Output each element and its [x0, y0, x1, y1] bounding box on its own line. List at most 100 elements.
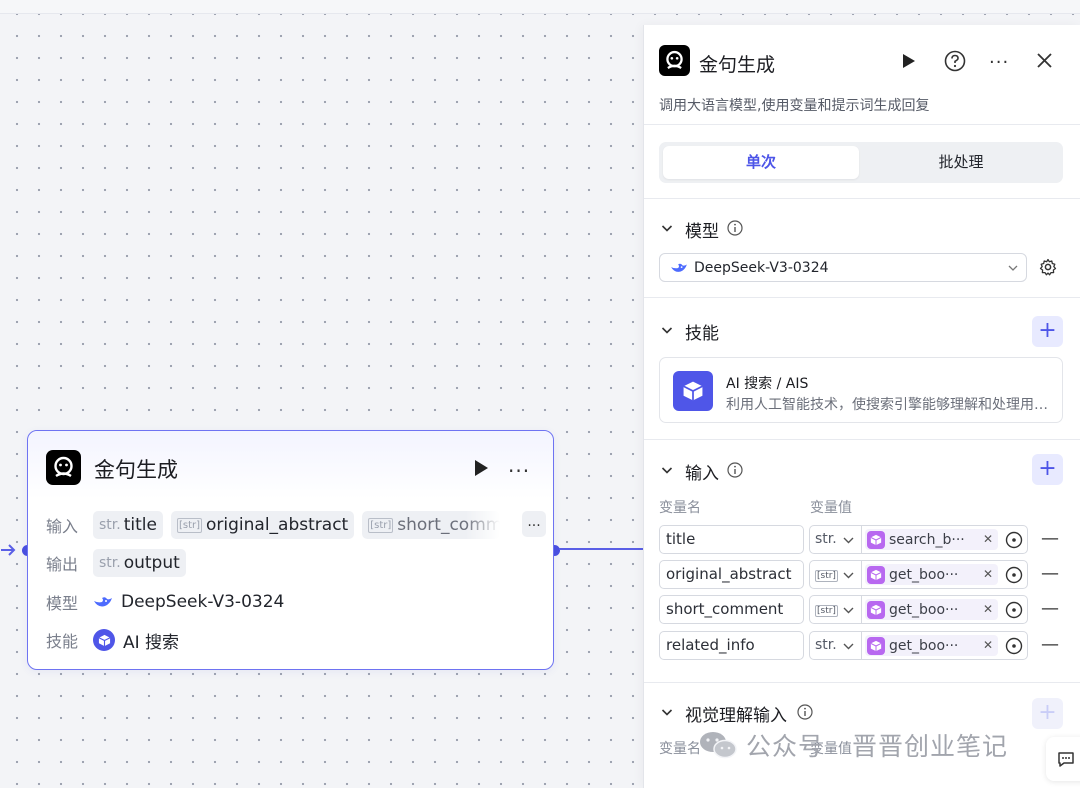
type-select[interactable]: [str] [815, 561, 838, 588]
remove-row-icon[interactable]: — [1041, 599, 1059, 619]
remove-reference-icon[interactable]: ✕ [983, 635, 993, 656]
canvas-top-bar [0, 0, 1080, 14]
chevron-down-icon[interactable] [843, 641, 854, 651]
visual-input-section-title: 视觉理解输入 [685, 706, 787, 726]
more-inputs-button[interactable]: ... [522, 511, 546, 537]
help-icon[interactable] [944, 50, 966, 72]
node-skill-name: AI 搜索 [123, 632, 180, 653]
chevron-down-icon [1008, 265, 1018, 271]
chat-button[interactable] [1046, 737, 1080, 781]
node-skill-row: 技能 AI 搜索 [46, 626, 179, 654]
skills-section-title: 技能 [685, 324, 719, 344]
variable-value-field[interactable]: [str] get_boo··· ✕ [809, 560, 1028, 589]
output-label: 输出 [46, 555, 79, 574]
input-chip: [str]short_comment [362, 511, 501, 539]
column-header-value: 变量值 [810, 500, 852, 516]
skill-card[interactable]: AI 搜索 / AIS 利用人工智能技术，使搜索引擎能够理解和处理用户的查询 [659, 357, 1063, 423]
node-input-row: 输入 str. title [str] original_abstract [str… [46, 511, 546, 539]
model-select-value: DeepSeek-V3-0324 [694, 259, 829, 276]
watermark-label: 公众号 [746, 732, 825, 761]
column-header-name: 变量名 [659, 500, 701, 516]
run-mode-tabs: 单次 批处理 [659, 142, 1063, 183]
node-ref-cube-icon [867, 600, 885, 619]
node-output-row: 输出 str. output [46, 549, 194, 577]
type-select[interactable]: [str] [815, 596, 838, 623]
node-settings-panel: 金句生成 ... 调用大语言模型,使用变量和提示词生成回复 单次 批处理 模型 … [643, 25, 1080, 788]
input-variable-row: title str. search_b··· ✕ — [659, 525, 1069, 554]
node-ref-cube-icon [867, 530, 885, 549]
variable-reference-chip[interactable]: get_boo··· ✕ [865, 599, 998, 620]
remove-row-icon[interactable]: — [1041, 635, 1059, 655]
variable-value-field[interactable]: str. get_boo··· ✕ [809, 631, 1028, 660]
divider [644, 198, 1080, 199]
info-icon[interactable] [727, 220, 743, 236]
variable-name-field[interactable]: short_comment [659, 595, 804, 624]
info-icon[interactable] [797, 704, 813, 720]
panel-description: 调用大语言模型,使用变量和提示词生成回复 [659, 98, 930, 114]
remove-row-icon[interactable]: — [1041, 564, 1059, 584]
deepseek-whale-icon [671, 263, 687, 272]
llm-node-card[interactable]: 金句生成 ... 输入 str. title [str] original_abst… [27, 430, 554, 670]
variable-reference-chip[interactable]: get_boo··· ✕ [865, 635, 998, 656]
divider [644, 439, 1080, 440]
panel-title: 金句生成 [699, 54, 776, 76]
chevron-down-icon[interactable] [843, 605, 854, 615]
add-input-button[interactable]: + [1032, 454, 1063, 485]
variable-name-field[interactable]: title [659, 525, 804, 554]
chevron-down-icon[interactable] [843, 570, 854, 580]
select-variable-icon[interactable] [1005, 531, 1023, 549]
node-ref-cube-icon [867, 636, 885, 655]
node-model-row: 模型 DeepSeek-V3-0324 [46, 588, 284, 616]
type-select[interactable]: str. [815, 526, 837, 553]
skill-label: 技能 [46, 632, 79, 651]
add-visual-input-button[interactable]: + [1032, 698, 1063, 729]
close-icon[interactable] [1036, 52, 1053, 69]
input-chip: [str] original_abstract [170, 511, 355, 539]
select-variable-icon[interactable] [1005, 601, 1023, 619]
variable-value-field[interactable]: str. search_b··· ✕ [809, 525, 1028, 554]
gear-icon[interactable] [1039, 258, 1057, 276]
node-more-icon[interactable]: ... [508, 455, 530, 475]
collapse-chevron-icon[interactable] [661, 706, 673, 718]
skill-cube-icon [673, 371, 713, 411]
remove-row-icon[interactable]: — [1041, 529, 1059, 549]
add-skill-button[interactable]: + [1032, 316, 1063, 347]
type-select[interactable]: str. [815, 632, 837, 659]
variable-reference-chip[interactable]: search_b··· ✕ [865, 529, 998, 550]
skill-cube-icon [93, 629, 115, 651]
select-variable-icon[interactable] [1005, 566, 1023, 584]
input-section-title: 输入 [685, 464, 719, 484]
outgoing-edge [559, 548, 645, 550]
model-label: 模型 [46, 594, 79, 613]
tab-batch[interactable]: 批处理 [863, 146, 1059, 179]
input-label: 输入 [46, 517, 79, 536]
watermark: 公众号 晋晋创业笔记 [698, 727, 1008, 763]
select-variable-icon[interactable] [1005, 637, 1023, 655]
input-variable-row: original_abstract [str] get_boo··· ✕ — [659, 560, 1069, 589]
more-options-icon[interactable]: ... [989, 49, 1009, 67]
tab-single[interactable]: 单次 [663, 146, 859, 179]
remove-reference-icon[interactable]: ✕ [983, 564, 993, 585]
collapse-chevron-icon[interactable] [661, 324, 673, 336]
variable-name-field[interactable]: original_abstract [659, 560, 804, 589]
input-chip: str. title [93, 511, 163, 539]
chevron-down-icon[interactable] [843, 535, 854, 545]
collapse-chevron-icon[interactable] [661, 222, 673, 234]
skill-description: 利用人工智能技术，使搜索引擎能够理解和处理用户的查询 [726, 397, 1050, 413]
variable-value-field[interactable]: [str] get_boo··· ✕ [809, 595, 1028, 624]
skill-name: AI 搜索 / AIS [726, 376, 809, 392]
remove-reference-icon[interactable]: ✕ [983, 599, 993, 620]
variable-name-field[interactable]: related_info [659, 631, 804, 660]
watermark-name: 晋晋创业笔记 [852, 732, 1009, 761]
variable-reference-chip[interactable]: get_boo··· ✕ [865, 564, 998, 585]
chat-bubble-icon [1058, 752, 1074, 767]
column-header-name: 变量名 [659, 741, 701, 757]
collapse-chevron-icon[interactable] [661, 464, 673, 476]
input-variable-row: short_comment [str] get_boo··· ✕ — [659, 595, 1069, 624]
run-icon[interactable] [902, 53, 916, 69]
remove-reference-icon[interactable]: ✕ [983, 529, 993, 550]
run-node-icon[interactable] [473, 459, 489, 477]
model-select[interactable]: DeepSeek-V3-0324 [659, 253, 1027, 282]
info-icon[interactable] [727, 462, 743, 478]
input-variable-row: related_info str. get_boo··· ✕ — [659, 631, 1069, 660]
